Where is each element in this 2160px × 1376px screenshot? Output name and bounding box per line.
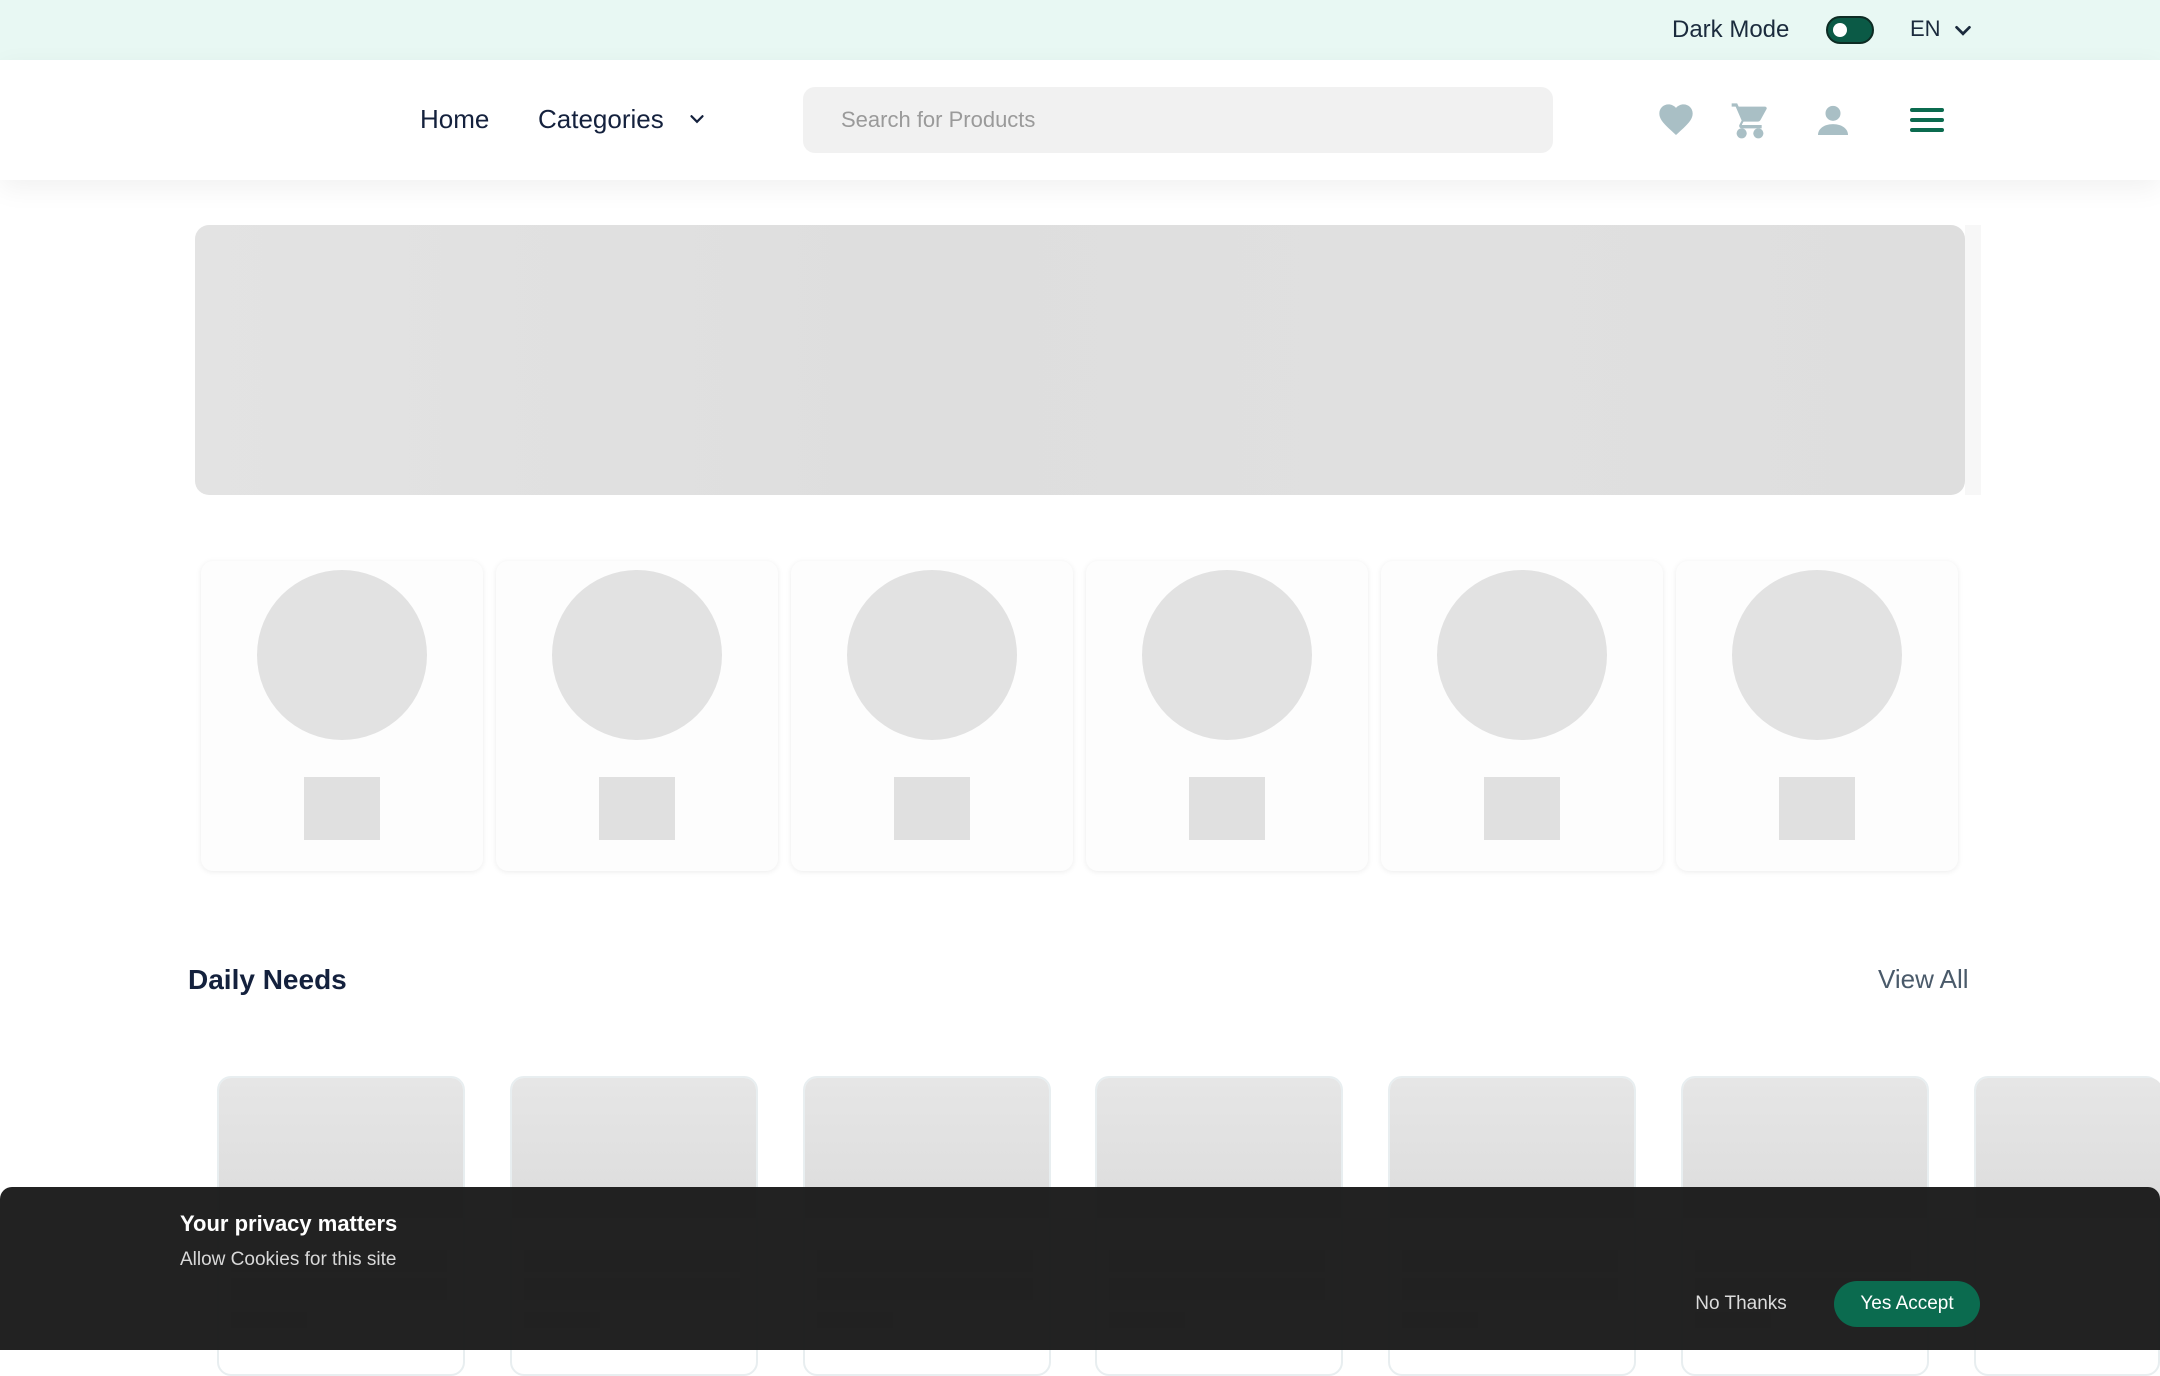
category-image-placeholder (1437, 570, 1607, 740)
no-thanks-button[interactable]: No Thanks (1686, 1281, 1796, 1327)
cookie-subtitle: Allow Cookies for this site (180, 1249, 397, 1270)
category-image-placeholder (552, 570, 722, 740)
category-card-placeholder[interactable] (1676, 561, 1958, 871)
chevron-down-icon[interactable] (686, 108, 708, 130)
category-label-placeholder (1779, 777, 1855, 840)
category-label-placeholder (304, 777, 380, 840)
category-label-placeholder (599, 777, 675, 840)
category-card-placeholder[interactable] (496, 561, 778, 871)
category-card-placeholder[interactable] (201, 561, 483, 871)
section-title: Daily Needs (188, 964, 347, 995)
chevron-down-icon[interactable] (1952, 20, 1974, 42)
hero-banner-placeholder (195, 225, 1965, 495)
dark-mode-toggle[interactable] (1826, 16, 1874, 44)
category-image-placeholder (257, 570, 427, 740)
category-label-placeholder (1484, 777, 1560, 840)
heart-icon[interactable] (1656, 100, 1696, 140)
yes-accept-button[interactable]: Yes Accept (1834, 1281, 1980, 1327)
search-input[interactable] (803, 87, 1553, 153)
banner-edge (1965, 225, 1981, 495)
user-icon[interactable] (1813, 100, 1853, 140)
nav-home-link[interactable]: Home (420, 104, 489, 135)
cart-icon[interactable] (1730, 100, 1770, 140)
view-all-link[interactable]: View All (1878, 964, 1969, 995)
main-nav: Home Categories (0, 60, 2160, 180)
language-selector[interactable]: EN (1910, 16, 1941, 42)
category-image-placeholder (1142, 570, 1312, 740)
toggle-knob (1833, 23, 1847, 37)
category-card-placeholder[interactable] (1086, 561, 1368, 871)
menu-icon[interactable] (1907, 100, 1947, 140)
nav-categories-link[interactable]: Categories (538, 104, 664, 135)
category-label-placeholder (894, 777, 970, 840)
dark-mode-label: Dark Mode (1672, 16, 1790, 43)
category-card-placeholder[interactable] (1381, 561, 1663, 871)
category-image-placeholder (847, 570, 1017, 740)
category-label-placeholder (1189, 777, 1265, 840)
cookie-consent-banner: Your privacy matters Allow Cookies for t… (0, 1187, 2160, 1350)
category-image-placeholder (1732, 570, 1902, 740)
cookie-title: Your privacy matters (180, 1211, 398, 1236)
top-bar: Dark Mode EN (0, 0, 2160, 60)
category-card-placeholder[interactable] (791, 561, 1073, 871)
